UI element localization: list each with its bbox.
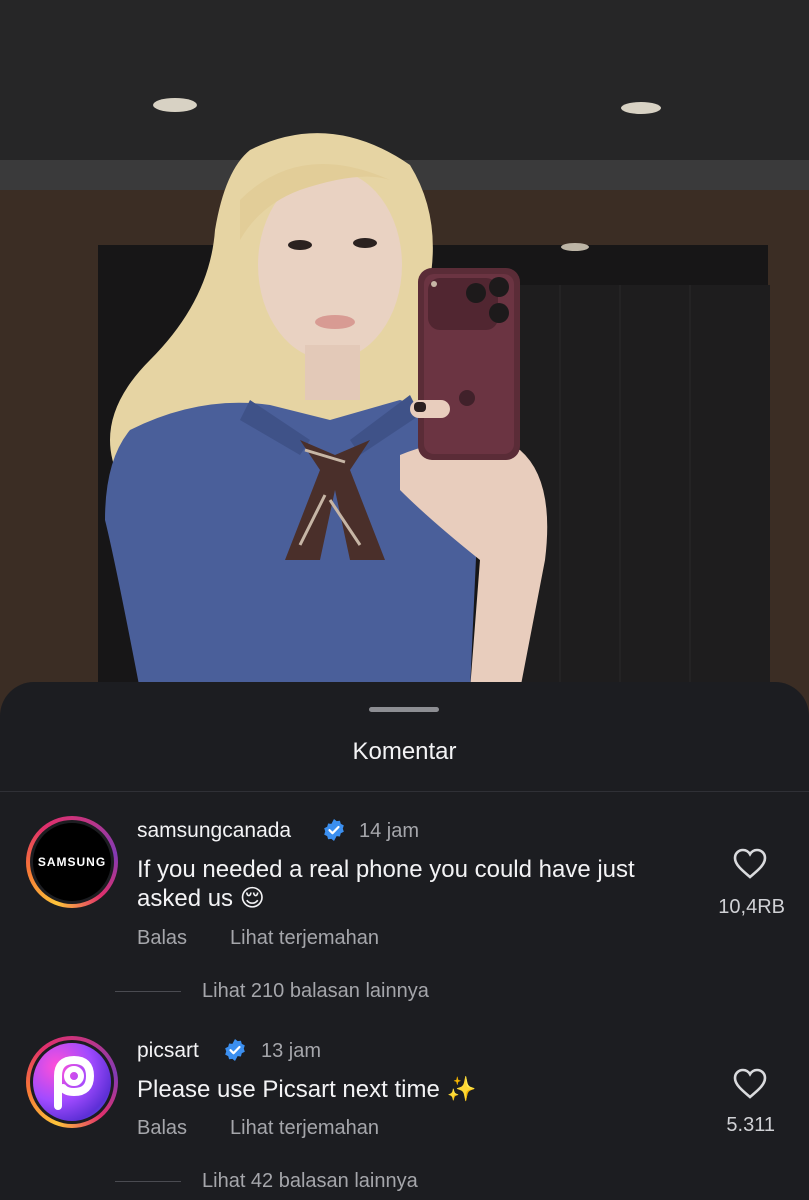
like-count: 10,4RB (718, 896, 785, 918)
divider (0, 791, 809, 792)
comment-time: 14 jam (359, 820, 420, 842)
reply-button[interactable]: Balas (137, 927, 187, 950)
avatar[interactable]: SAMSUNG (26, 816, 118, 908)
comment-username[interactable]: picsart (137, 1039, 199, 1063)
replies-divider (115, 1181, 181, 1182)
like-count: 5.311 (726, 1114, 775, 1136)
post-photo (0, 0, 809, 720)
comment-text: If you needed a real phone you could hav… (137, 856, 635, 912)
verified-badge-icon (324, 819, 344, 841)
replies-divider (115, 991, 181, 992)
reply-button[interactable]: Balas (137, 1117, 187, 1140)
translate-button[interactable]: Lihat terjemahan (230, 1117, 379, 1140)
mirror-selfie-image (0, 0, 809, 720)
view-more-replies[interactable]: Lihat 210 balasan lainnya (202, 980, 429, 1003)
heart-icon[interactable] (733, 1068, 767, 1100)
translate-button[interactable]: Lihat terjemahan (230, 927, 379, 950)
comment-text: Please use Picsart next time ✨ (137, 1076, 477, 1103)
heart-icon[interactable] (733, 848, 767, 880)
picsart-logo-icon (54, 1055, 95, 1110)
drag-handle[interactable] (369, 707, 439, 712)
comment-time: 13 jam (261, 1040, 322, 1062)
sheet-title: Komentar (352, 738, 457, 765)
comment-username[interactable]: samsungcanada (137, 819, 291, 843)
verified-badge-icon (225, 1039, 245, 1061)
view-more-replies[interactable]: Lihat 42 balasan lainnya (202, 1170, 418, 1193)
avatar[interactable] (26, 1036, 118, 1128)
comments-sheet: Komentar SAMSUNG samsungcanada 14 jam If… (0, 682, 809, 1200)
avatar-logo-text: SAMSUNG (37, 855, 107, 869)
